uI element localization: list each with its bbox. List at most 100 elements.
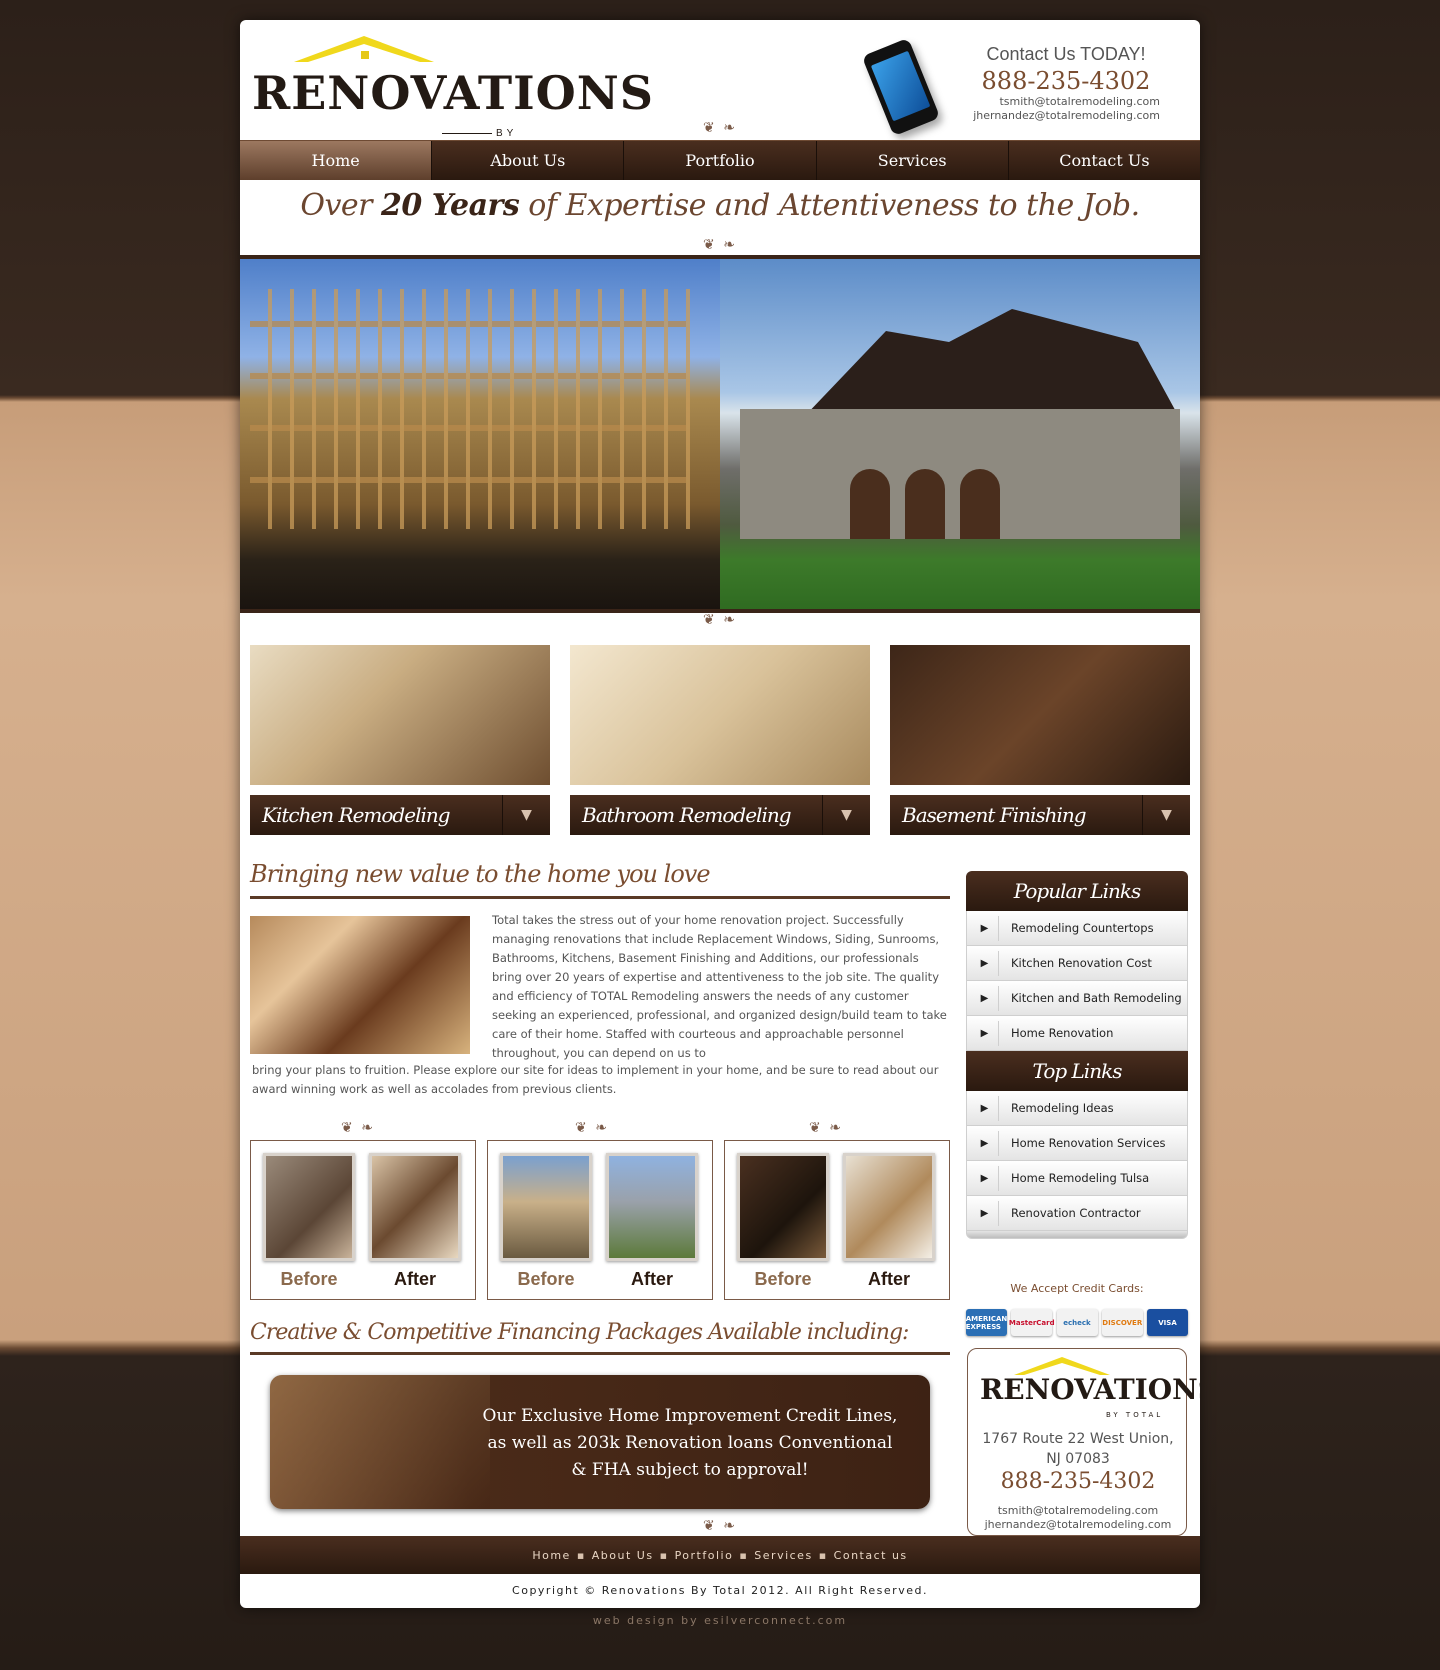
logo[interactable]: RENOVATIONS BY TOTAL [252,36,653,150]
feature-label[interactable]: Basement Finishing [890,803,1142,827]
header-phone[interactable]: 888-235-4302 [952,67,1180,95]
card-email-1[interactable]: tsmith@totalremodeling.com [968,1504,1188,1518]
play-arrow-icon: ▶ [971,950,999,976]
footer-link-home[interactable]: Home [532,1549,570,1562]
play-arrow-icon: ▶ [971,915,999,941]
hero-image-framing [240,259,720,609]
sidebar-item-remodeling-countertops[interactable]: ▶ Remodeling Countertops [966,911,1188,946]
visa-icon: VISA [1147,1309,1188,1336]
hero-banner [240,255,1200,613]
about-text-continued: bring your plans to fruition. Please exp… [252,1063,939,1096]
sidebar-item-home-renovation[interactable]: ▶ Home Renovation [966,1016,1188,1051]
after-image[interactable] [843,1153,935,1261]
footer-link-contact-us[interactable]: Contact us [834,1549,908,1562]
nav-services[interactable]: Services [817,141,1009,180]
feature-bathroom[interactable]: Bathroom Remodeling ▼ [570,645,870,835]
card-logo: RENOVATIONS BY TOTAL [980,1357,1200,1419]
bathroom-image[interactable] [570,645,870,785]
smartphone-icon [861,37,941,137]
sidebar-item-kitchen-renovation-cost[interactable]: ▶ Kitchen Renovation Cost [966,946,1188,981]
card-phone[interactable]: 888-235-4302 [968,1469,1188,1494]
feature-kitchen[interactable]: Kitchen Remodeling ▼ [250,645,550,835]
footer-nav: Home ▪ About Us ▪ Portfolio ▪ Services ▪ Con… [240,1536,1200,1574]
financing-banner: Our Exclusive Home Improvement Credit Li… [270,1375,930,1509]
financing-text: Our Exclusive Home Improvement Credit Li… [482,1406,898,1480]
kitchen-image[interactable] [250,645,550,785]
logo-text: RENOVATIONS [252,66,654,120]
financing-title: Creative & Competitive Financing Package… [250,1320,909,1345]
header-contact: Contact Us TODAY! 888-235-4302 tsmith@to… [952,44,1180,123]
header-email-1[interactable]: tsmith@totalremodeling.com [952,95,1180,109]
ornament-swirl-icon: ❦ ❧ [703,612,737,628]
before-after-item[interactable]: Before After [724,1140,950,1300]
ornament-swirl-icon: ❦ ❧ [703,1518,737,1534]
after-image[interactable] [369,1153,461,1261]
nav-home[interactable]: Home [240,141,433,180]
mastercard-icon: MasterCard [1009,1309,1055,1336]
page-container: RENOVATIONS BY TOTAL Contact Us TODAY! 8… [240,20,1200,1608]
sidebar-item-home-remodeling-tulsa[interactable]: ▶ Home Remodeling Tulsa [966,1161,1188,1196]
footer-link-services[interactable]: Services [754,1549,812,1562]
chevron-down-icon[interactable]: ▼ [1142,795,1190,835]
before-after-gallery: Before After Before After Before After [250,1140,950,1300]
hero-image-house [720,259,1200,609]
before-image[interactable] [737,1153,829,1261]
credit-cards-heading: We Accept Credit Cards: [1010,1282,1144,1295]
feature-label[interactable]: Bathroom Remodeling [570,803,822,827]
before-label: Before [280,1269,338,1289]
play-arrow-icon: ▶ [971,985,999,1011]
address: 1767 Route 22 West Union, NJ 07083 [982,1431,1174,1467]
chevron-down-icon[interactable]: ▼ [502,795,550,835]
section-title: Bringing new value to the home you love [250,860,711,888]
card-email-2[interactable]: jhernandez@totalremodeling.com [968,1518,1188,1532]
sidebar-links: Popular Links ▶ Remodeling Countertops ▶ K… [966,871,1188,1239]
nav-portfolio[interactable]: Portfolio [624,141,817,180]
about-image [250,916,470,1054]
header-email-2[interactable]: jhernandez@totalremodeling.com [952,109,1180,123]
play-arrow-icon: ▶ [971,1200,999,1226]
feature-basement[interactable]: Basement Finishing ▼ [890,645,1190,835]
sidebar-item-home-renovation-services[interactable]: ▶ Home Renovation Services [966,1126,1188,1161]
nav-about-us[interactable]: About Us [432,141,625,180]
ornament-swirl-icon: ❦ ❧ [575,1120,609,1136]
ornament-swirl-icon: ❦ ❧ [703,120,737,136]
basement-image[interactable] [890,645,1190,785]
footer-link-about-us[interactable]: About Us [592,1549,654,1562]
ornament-swirl-icon: ❦ ❧ [341,1120,375,1136]
chevron-down-icon[interactable]: ▼ [822,795,870,835]
tagline: Over 20 Years of Expertise and Attentive… [300,188,1140,223]
credit-card-logos: AMERICAN EXPRESS MasterCard echeck DISCO… [966,1309,1188,1336]
ornament-swirl-icon: ❦ ❧ [703,237,737,253]
before-after-item[interactable]: Before After [250,1140,476,1300]
header: RENOVATIONS BY TOTAL Contact Us TODAY! 8… [240,20,1200,150]
play-arrow-icon: ▶ [971,1130,999,1156]
before-after-item[interactable]: Before After [487,1140,713,1300]
before-image[interactable] [263,1153,355,1261]
after-label: After [867,1269,910,1289]
tagline-highlight: 20 Years [381,188,520,223]
top-links-heading: Top Links [966,1051,1188,1091]
footer-link-portfolio[interactable]: Portfolio [675,1549,734,1562]
about-text: Total takes the stress out of your home … [492,913,947,1060]
card-emails: tsmith@totalremodeling.com jhernandez@to… [968,1504,1188,1532]
divider [250,896,950,899]
feature-label[interactable]: Kitchen Remodeling [250,803,502,827]
play-arrow-icon: ▶ [971,1020,999,1046]
sidebar-item-renovation-contractor[interactable]: ▶ Renovation Contractor [966,1196,1188,1231]
ornament-swirl-icon: ❦ ❧ [809,1120,843,1136]
before-label: Before [517,1269,575,1289]
contact-heading: Contact Us TODAY! [986,44,1146,64]
nav-contact-us[interactable]: Contact Us [1009,141,1200,180]
contact-card: RENOVATIONS BY TOTAL 1767 Route 22 West … [967,1348,1200,1536]
sidebar-item-remodeling-ideas[interactable]: ▶ Remodeling Ideas [966,1091,1188,1126]
echeck-icon: echeck [1056,1309,1098,1336]
logo-window-icon [360,50,370,60]
play-arrow-icon: ▶ [971,1095,999,1121]
sidebar-item-kitchen-bath-remodeling[interactable]: ▶ Kitchen and Bath Remodeling [966,981,1188,1016]
amex-icon: AMERICAN EXPRESS [966,1309,1007,1336]
designer-credit[interactable]: web design by esilverconnect.com [0,1614,1440,1627]
after-image[interactable] [606,1153,698,1261]
before-image[interactable] [500,1153,592,1261]
feature-tiles: Kitchen Remodeling ▼ Bathroom Remodeling… [250,645,1190,835]
after-label: After [630,1269,673,1289]
